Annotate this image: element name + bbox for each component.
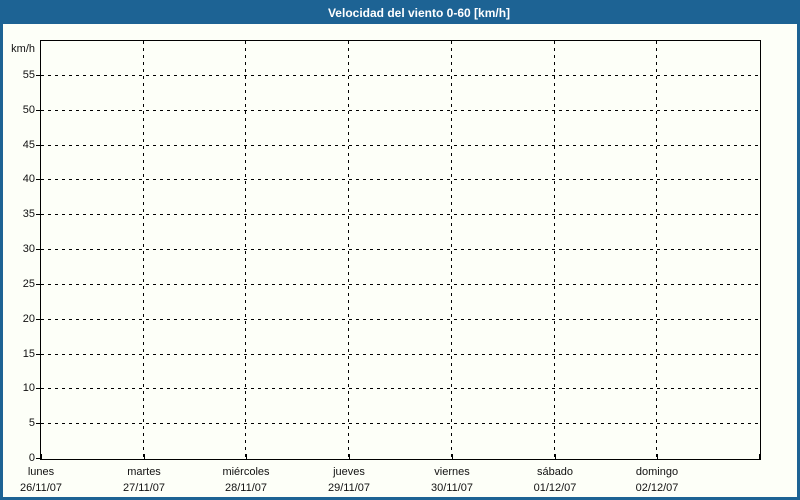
y-tickmark	[36, 145, 40, 146]
x-date-label: 28/11/07	[224, 482, 267, 494]
y-gridline	[41, 145, 760, 146]
x-tickmark	[349, 454, 350, 459]
y-gridline	[41, 214, 760, 215]
y-tick-label: 50	[22, 104, 35, 116]
y-tick-label: 15	[22, 348, 35, 360]
chart-title-bar: Velocidad del viento 0-60 [km/h]	[3, 3, 797, 24]
y-tick-label: 20	[22, 313, 35, 325]
plot-area: 0 5 10 15 20 25 30 35 40 45 50 55 km/h lunes 26/11/07 m…	[11, 40, 761, 494]
x-tick-label: miércoles 28/11/07	[194, 464, 298, 496]
y-gridline	[41, 179, 760, 180]
y-gridline	[41, 249, 760, 250]
y-tick-label: 5	[28, 417, 35, 429]
y-tickmark	[36, 458, 40, 459]
x-date-label: 27/11/07	[122, 482, 165, 494]
x-date-label: 01/12/07	[533, 482, 577, 494]
x-tick-label: jueves 29/11/07	[297, 464, 401, 496]
y-gridline	[41, 319, 760, 320]
y-tickmark	[36, 284, 40, 285]
x-gridline	[656, 41, 657, 459]
y-axis-unit-label: km/h	[11, 43, 35, 55]
x-tickmark	[246, 454, 247, 459]
y-tick-label: 10	[22, 382, 35, 394]
x-tick-label: sábado 01/12/07	[503, 464, 607, 496]
x-day-label: lunes	[27, 466, 55, 478]
x-day-label: martes	[127, 466, 161, 478]
y-gridline	[41, 284, 760, 285]
y-tick-label: 55	[22, 69, 35, 81]
y-tickmark	[36, 388, 40, 389]
x-gridline	[143, 41, 144, 459]
x-date-label: 29/11/07	[327, 482, 370, 494]
chart-title: Velocidad del viento 0-60 [km/h]	[327, 6, 511, 20]
y-tick-label: 40	[22, 173, 35, 185]
x-tickmark	[452, 454, 453, 459]
y-tickmark	[36, 75, 40, 76]
x-tick-label: martes 27/11/07	[92, 464, 196, 496]
y-tickmark	[36, 110, 40, 111]
y-tickmark	[36, 319, 40, 320]
x-tick-label: viernes 30/11/07	[400, 464, 504, 496]
y-tick-label: 30	[22, 243, 35, 255]
x-date-label: 02/12/07	[635, 482, 679, 494]
x-gridline	[451, 41, 452, 459]
y-tick-label: 45	[22, 139, 35, 151]
x-date-label: 30/11/07	[430, 482, 473, 494]
y-tickmark	[36, 423, 40, 424]
x-day-label: miércoles	[222, 466, 270, 478]
y-tickmark	[36, 249, 40, 250]
x-day-label: jueves	[333, 466, 365, 478]
y-tickmark	[36, 214, 40, 215]
y-tickmark	[36, 354, 40, 355]
x-tickmark	[657, 454, 658, 459]
x-tickmark	[555, 454, 556, 459]
y-gridline	[41, 110, 760, 111]
chart-window: Velocidad del viento 0-60 [km/h] 0 5 10 15 2…	[0, 0, 800, 500]
x-tickmark	[144, 454, 145, 459]
x-day-label: viernes	[434, 466, 470, 478]
x-tickmark	[41, 454, 42, 459]
y-tick-label: 35	[22, 208, 35, 220]
x-tick-label: domingo 02/12/07	[605, 464, 709, 496]
x-gridline	[245, 41, 246, 459]
y-tickmark	[36, 179, 40, 180]
y-gridline	[41, 423, 760, 424]
y-tick-label: 25	[22, 278, 35, 290]
x-tickmark	[759, 454, 760, 459]
x-date-label: 26/11/07	[19, 482, 62, 494]
x-day-label: domingo	[635, 466, 679, 478]
x-gridline	[554, 41, 555, 459]
x-day-label: sábado	[536, 466, 574, 478]
y-gridline	[41, 75, 760, 76]
y-gridline	[41, 388, 760, 389]
x-tick-label: lunes 26/11/07	[3, 464, 93, 496]
y-gridline	[41, 354, 760, 355]
x-gridline	[348, 41, 349, 459]
